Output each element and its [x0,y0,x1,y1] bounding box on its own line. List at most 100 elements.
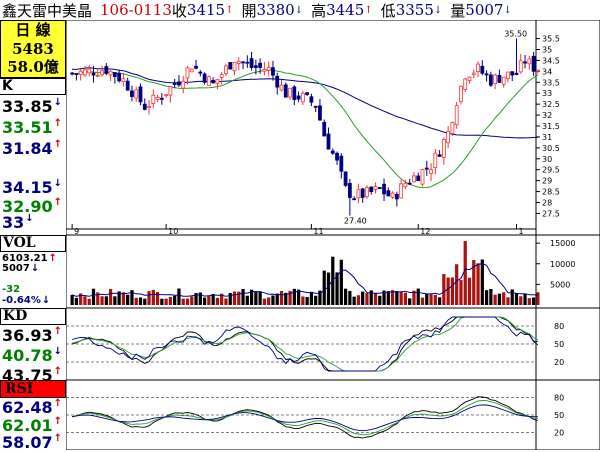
volume-bar [403,292,408,305]
kd-value: 36.93↑ [2,326,62,345]
vol-value: -32 [2,284,20,295]
y-tick-label: 20 [554,428,564,437]
high-arrow: ↑ [364,4,373,16]
kd-chart[interactable]: 80 50 20 [66,308,600,380]
candle-up [83,69,87,76]
volume-bar [531,297,536,305]
open-arrow: ↓ [294,4,304,16]
candle-down [335,152,339,161]
k-value: 34.15↓ [2,178,62,197]
volume-bar [164,298,168,305]
value-text: -32 [2,284,21,295]
volume-bar [168,296,173,305]
value-text: 58.07 [2,433,53,452]
candle-down [377,187,382,189]
volume-bar [143,298,147,305]
candle-up [420,169,425,185]
info-value-2: 58.0億 [7,58,59,76]
candle-down [382,183,386,195]
vol-label-box: VOL [0,235,66,252]
candle-down [130,90,134,97]
candle-down [142,103,147,110]
close-value: 3415 [186,1,226,19]
stock-name: 鑫天雷中美晶 [2,1,93,20]
candle-up [100,70,104,76]
candle-up [155,97,160,100]
candle-down [484,73,489,76]
volume-bar [433,294,437,305]
kd-label-box: KD [0,308,66,325]
low-arrow: ↓ [433,4,443,16]
volume-bar [228,292,232,305]
rsi-value: 62.48↑ [2,398,62,417]
k-label-box: K [0,78,66,95]
volume-bar [262,298,267,305]
candle-down [275,75,280,88]
candle-down [480,65,485,74]
volume-bar [190,296,194,305]
candle-down [249,58,254,68]
candle-up [206,76,211,86]
y-tick-label: 31 [542,133,552,142]
y-tick-label: 28.5 [542,188,560,197]
volume-bar [314,295,318,305]
candle-down [369,186,374,192]
candle-up [450,122,455,134]
candle-up [403,182,408,188]
volume-bar [467,277,472,305]
candle-up [454,105,459,126]
candle-up [232,61,237,72]
volume-bar [254,291,258,305]
volume-bar [484,290,489,305]
volume-bar [425,293,429,305]
candle-up [168,86,173,96]
volume-bar [296,289,301,305]
candle-up [399,183,404,199]
rsi-chart[interactable]: 80 50 20 [66,380,600,450]
volume-bar [100,296,104,305]
vol-label: VOL [3,235,36,251]
x-tick-label: 12 [420,227,430,235]
volume-bar [506,297,510,305]
volume-chart[interactable]: 15000 10000 5000 [66,235,600,308]
high-label: 高 [311,1,327,20]
candle-up [412,175,416,183]
high-mark-label: 35.50 [504,30,527,39]
volume-bar [361,291,365,305]
volume-bar [523,293,527,305]
candle-down [198,71,203,74]
candle-down [271,67,275,76]
candle-down [245,61,250,64]
value-text: 34.15 [2,178,53,197]
y-tick-label: 34 [542,67,552,76]
x-tick-label: 10 [168,227,178,235]
y-tick-label: 30.5 [542,144,560,153]
y-tick-label: 30 [542,155,552,164]
value-text: 40.78 [2,346,53,365]
candle-down [407,182,412,185]
candle-down [241,61,245,64]
candle-down [296,95,301,100]
candle-down [309,96,314,103]
candle-down [70,72,75,75]
candle-up [459,85,463,103]
volume-bar [151,289,155,305]
close-label: 收 [171,1,187,20]
y-tick-label: 35.5 [542,35,560,44]
volume-bar [489,288,493,305]
candle-down [125,80,130,91]
volume-bar [245,295,249,305]
candle-down [211,79,216,84]
candle-down [258,62,263,68]
y-tick-label: 33.5 [542,78,560,87]
candlestick-chart[interactable]: 35.535 34.5 34 33.5 33 32.5 32 31.5 31 30.5 30 29.5… [66,20,600,235]
arrow-down-icon: ↓ [53,346,62,357]
volume-bar [279,290,284,305]
volume-bar [502,292,506,305]
candle-up [288,87,292,98]
y-tick-label: 15000 [550,239,575,248]
info-box: 日 線 5483 58.0億 [0,20,66,78]
volume-bar [74,297,79,305]
candle-down [202,73,207,83]
candle-down [322,122,327,137]
